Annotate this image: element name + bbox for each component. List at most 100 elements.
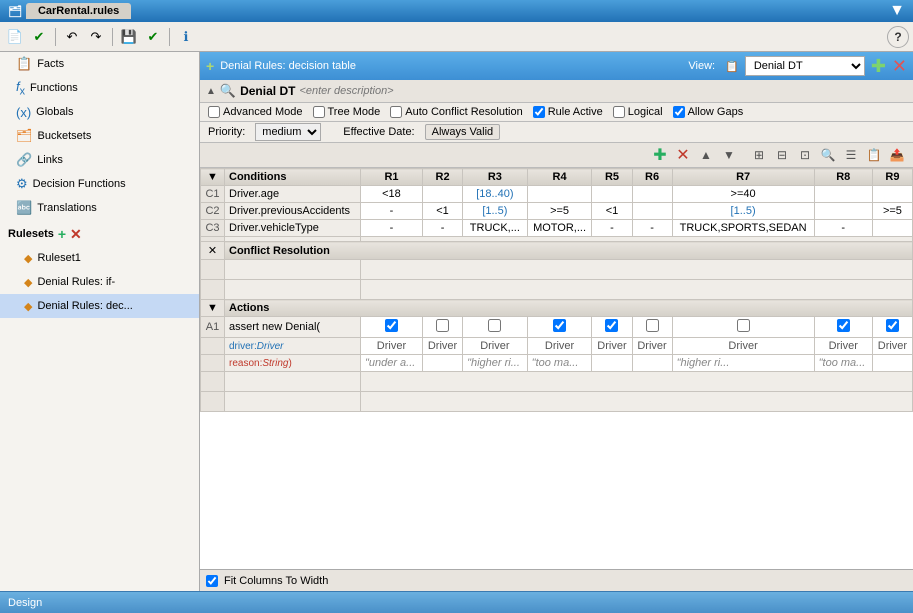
- driver-r8[interactable]: Driver: [814, 338, 872, 355]
- actions-collapse[interactable]: ▼: [201, 300, 225, 317]
- del-col-button[interactable]: ✕: [673, 145, 693, 165]
- sidebar-item-functions[interactable]: fx Functions: [0, 76, 199, 100]
- col-r9[interactable]: R9: [872, 169, 912, 186]
- c3-r1[interactable]: -: [360, 220, 422, 237]
- priority-select[interactable]: medium: [255, 123, 321, 141]
- collapse-icon[interactable]: ▲: [206, 86, 216, 97]
- allow-gaps-checkbox[interactable]: [673, 106, 685, 118]
- reason-r1[interactable]: "under a...: [360, 355, 422, 372]
- header-add-button[interactable]: ✚: [871, 56, 886, 77]
- allow-gaps-option[interactable]: Allow Gaps: [673, 106, 744, 118]
- driver-r1[interactable]: Driver: [360, 338, 422, 355]
- c2-r9[interactable]: >=5: [872, 203, 912, 220]
- c1-r1[interactable]: <18: [360, 186, 422, 203]
- view-select[interactable]: Denial DT: [745, 56, 865, 76]
- c1-r2[interactable]: [423, 186, 463, 203]
- col-r6[interactable]: R6: [632, 169, 672, 186]
- c3-r3[interactable]: TRUCK,...: [463, 220, 528, 237]
- reason-r8[interactable]: "too ma...: [814, 355, 872, 372]
- list-button[interactable]: ☰: [841, 145, 861, 165]
- driver-r2[interactable]: Driver: [423, 338, 463, 355]
- c3-r8[interactable]: -: [814, 220, 872, 237]
- c1-r5[interactable]: [592, 186, 632, 203]
- c1-r6[interactable]: [632, 186, 672, 203]
- info-button[interactable]: ℹ: [175, 26, 197, 48]
- c2-name[interactable]: Driver.previousAccidents: [225, 203, 361, 220]
- sidebar-item-links[interactable]: 🔗 Links: [0, 148, 199, 172]
- col-r8[interactable]: R8: [814, 169, 872, 186]
- grid2-button[interactable]: ⊟: [772, 145, 792, 165]
- driver-r6[interactable]: Driver: [632, 338, 672, 355]
- collapse-col[interactable]: ▼: [201, 169, 225, 186]
- col-r1[interactable]: R1: [360, 169, 422, 186]
- reason-r5[interactable]: [592, 355, 632, 372]
- reason-r4[interactable]: "too ma...: [527, 355, 592, 372]
- search-icon[interactable]: 🔍: [220, 83, 236, 99]
- c1-r7[interactable]: >=40: [672, 186, 814, 203]
- move-down-button[interactable]: ▼: [719, 145, 739, 165]
- redo-button[interactable]: ↷: [85, 26, 107, 48]
- driver-r3[interactable]: Driver: [463, 338, 528, 355]
- import-button[interactable]: 📤: [887, 145, 907, 165]
- validate-button[interactable]: ✔: [28, 26, 50, 48]
- a1-r6-check[interactable]: [632, 317, 672, 338]
- c1-r3[interactable]: [18..40): [463, 186, 528, 203]
- ruleset-item-denial-if[interactable]: ◆ Denial Rules: if-: [0, 270, 199, 294]
- reason-r2[interactable]: [423, 355, 463, 372]
- advanced-mode-checkbox[interactable]: [208, 106, 220, 118]
- zoom-button[interactable]: 🔍: [818, 145, 838, 165]
- conflict-collapse[interactable]: ✕: [201, 242, 225, 260]
- auto-conflict-option[interactable]: Auto Conflict Resolution: [390, 106, 522, 118]
- logical-option[interactable]: Logical: [613, 106, 663, 118]
- c2-r5[interactable]: <1: [592, 203, 632, 220]
- c3-r6[interactable]: -: [632, 220, 672, 237]
- file-tab[interactable]: CarRental.rules: [26, 3, 131, 19]
- a1-r8-check[interactable]: [814, 317, 872, 338]
- description-input[interactable]: [299, 85, 442, 97]
- add-ruleset-button[interactable]: +: [58, 226, 66, 242]
- c2-r7[interactable]: [1..5): [672, 203, 814, 220]
- fit-columns-checkbox[interactable]: [206, 575, 218, 587]
- del-ruleset-button[interactable]: ✕: [70, 226, 82, 243]
- c3-name[interactable]: Driver.vehicleType: [225, 220, 361, 237]
- move-up-button[interactable]: ▲: [696, 145, 716, 165]
- col-r2[interactable]: R2: [423, 169, 463, 186]
- tree-mode-option[interactable]: Tree Mode: [313, 106, 381, 118]
- col-r4[interactable]: R4: [527, 169, 592, 186]
- save-button[interactable]: 💾: [118, 26, 140, 48]
- c1-r9[interactable]: [872, 186, 912, 203]
- a1-name[interactable]: assert new Denial(: [225, 317, 361, 338]
- reason-r3[interactable]: "higher ri...: [463, 355, 528, 372]
- sidebar-item-globals[interactable]: (x) Globals: [0, 100, 199, 124]
- c3-r5[interactable]: -: [592, 220, 632, 237]
- a1-r1-check[interactable]: [360, 317, 422, 338]
- c1-r8[interactable]: [814, 186, 872, 203]
- grid-button[interactable]: ⊞: [749, 145, 769, 165]
- a1-r7-check[interactable]: [672, 317, 814, 338]
- c2-r3[interactable]: [1..5): [463, 203, 528, 220]
- c2-r4[interactable]: >=5: [527, 203, 592, 220]
- fit-button[interactable]: ⊡: [795, 145, 815, 165]
- sidebar-item-decision-functions[interactable]: ⚙ Decision Functions: [0, 172, 199, 196]
- a1-r2-check[interactable]: [423, 317, 463, 338]
- sidebar-item-translations[interactable]: 🔤 Translations: [0, 196, 199, 220]
- ruleset-item-denial-dec[interactable]: ◆ Denial Rules: dec...: [0, 294, 199, 318]
- c3-r4[interactable]: MOTOR,...: [527, 220, 592, 237]
- check-button[interactable]: ✔: [142, 26, 164, 48]
- auto-conflict-checkbox[interactable]: [390, 106, 402, 118]
- driver-r9[interactable]: Driver: [872, 338, 912, 355]
- driver-param[interactable]: driver:Driver: [225, 338, 361, 355]
- window-close[interactable]: ▼: [889, 2, 905, 20]
- a1-r4-check[interactable]: [527, 317, 592, 338]
- col-r7[interactable]: R7: [672, 169, 814, 186]
- advanced-mode-option[interactable]: Advanced Mode: [208, 106, 303, 118]
- c3-r2[interactable]: -: [423, 220, 463, 237]
- driver-r7[interactable]: Driver: [672, 338, 814, 355]
- reason-r9[interactable]: [872, 355, 912, 372]
- rule-active-option[interactable]: Rule Active: [533, 106, 603, 118]
- new-button[interactable]: 📄: [4, 26, 26, 48]
- col-r5[interactable]: R5: [592, 169, 632, 186]
- driver-r4[interactable]: Driver: [527, 338, 592, 355]
- col-r3[interactable]: R3: [463, 169, 528, 186]
- header-del-button[interactable]: ✕: [892, 56, 907, 77]
